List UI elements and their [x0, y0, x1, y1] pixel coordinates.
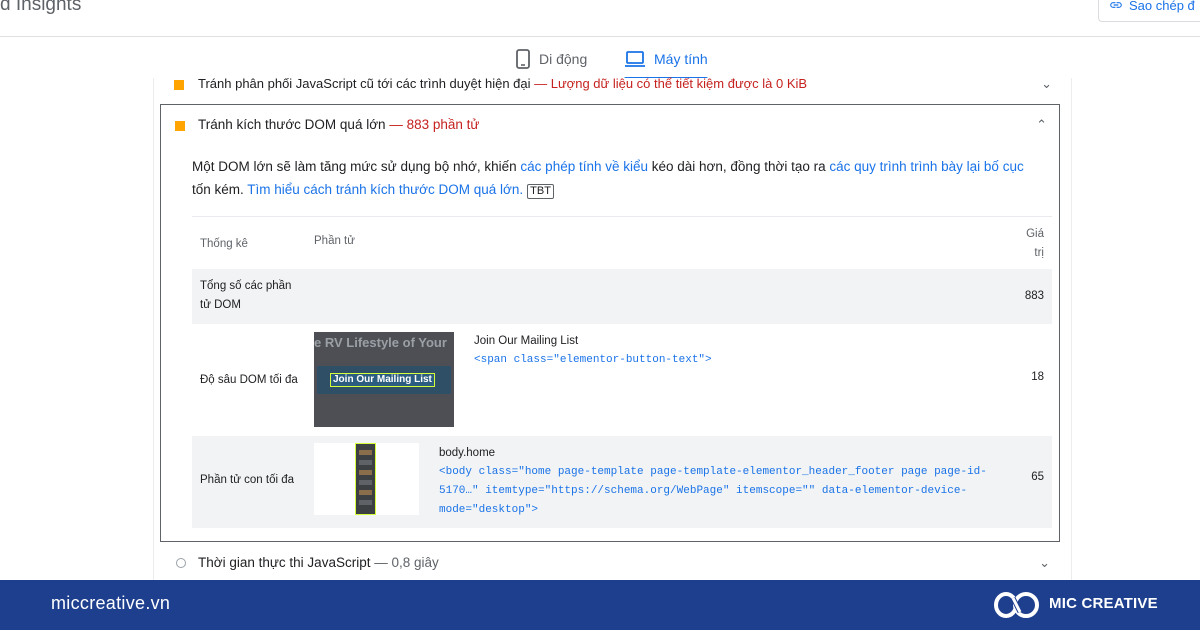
dom-stats-table: Thống kê Phần tử Giá trị Tổng số các phầ…	[192, 216, 1052, 528]
thumbnail-page-highlight	[355, 443, 376, 515]
thumbnail-hero-text: e RV Lifestyle of Your	[314, 335, 447, 350]
footer-site: miccreative.vn	[51, 593, 171, 613]
laptop-icon	[625, 51, 645, 67]
table-row: Phần tử con tối đa body.home <body class…	[192, 436, 1052, 528]
element-label: body.home	[439, 447, 496, 459]
passed-circle-icon	[176, 558, 186, 568]
link-style-calculations[interactable]: các phép tính về kiểu	[520, 159, 648, 174]
desc-text: tốn kém.	[192, 182, 248, 197]
table-header-row: Thống kê Phần tử Giá trị	[192, 217, 1052, 269]
tab-desktop-label: Máy tính	[654, 51, 708, 67]
tbt-badge: TBT	[527, 184, 554, 199]
stat-value: 65	[1031, 471, 1044, 483]
element-screenshot-thumbnail[interactable]: e RV Lifestyle of Your Join Our Mailing …	[314, 332, 454, 427]
audit-item-dom-size: Tránh kích thước DOM quá lớn — 883 phần …	[160, 104, 1060, 542]
element-label: Join Our Mailing List	[474, 335, 579, 347]
link-learn-more[interactable]: Tìm hiểu cách tránh kích thước DOM quá l…	[247, 182, 523, 197]
desc-text: Một DOM lớn sẽ làm tăng mức sử dụng bộ n…	[192, 159, 521, 174]
phone-icon	[516, 49, 530, 69]
footer-banner: miccreative.vn MIC CREATIVE	[0, 580, 1200, 630]
table-row: Độ sâu DOM tối đa e RV Lifestyle of Your…	[192, 324, 1052, 436]
copy-link-button[interactable]: Sao chép đ	[1098, 0, 1200, 22]
audit-savings: — 883 phần tử	[389, 117, 480, 132]
copy-link-label: Sao chép đ	[1129, 0, 1195, 13]
chevron-down-icon[interactable]: ⌄	[1039, 555, 1050, 571]
element-snippet[interactable]: <span class="elementor-button-text">	[474, 351, 712, 370]
link-icon	[1110, 2, 1122, 8]
mic-creative-logo-icon	[994, 592, 1039, 618]
link-layout-reflows[interactable]: các quy trình trình bày lại bố cục	[829, 159, 1023, 174]
tab-mobile-label: Di động	[539, 51, 588, 67]
footer-brand: MIC CREATIVE	[1049, 595, 1158, 612]
stat-label: Phần tử con tối đa	[200, 474, 295, 486]
audit-header[interactable]: Tránh kích thước DOM quá lớn — 883 phần …	[161, 105, 1059, 147]
audit-item-js-execution[interactable]: Thời gian thực thi JavaScript — 0,8 giây…	[160, 548, 1062, 578]
page-title: d Insights	[0, 0, 82, 15]
stat-label: Tổng số các phần tử DOM	[200, 280, 292, 311]
audit-time: — 0,8 giây	[374, 555, 439, 570]
col-header-element: Phần tử	[314, 235, 355, 247]
warning-square-icon	[174, 80, 184, 90]
page-screenshot-thumbnail[interactable]	[314, 443, 419, 515]
thumbnail-highlighted-button: Join Our Mailing List	[330, 373, 435, 387]
stat-label: Độ sâu DOM tối đa	[200, 374, 298, 386]
audit-title: Tránh phân phối JavaScript cũ tới các tr…	[198, 76, 531, 91]
audit-description: Một DOM lớn sẽ làm tăng mức sử dụng bộ n…	[192, 155, 1042, 201]
audit-savings: — Lượng dữ liệu có thể tiết kiệm được là…	[534, 76, 808, 91]
stat-value: 883	[1024, 290, 1044, 302]
col-header-stat: Thống kê	[200, 238, 248, 250]
table-row: Tổng số các phần tử DOM 883	[192, 269, 1052, 324]
warning-square-icon	[175, 121, 185, 131]
audit-title: Tránh kích thước DOM quá lớn	[198, 117, 386, 132]
desc-text: kéo dài hơn, đồng thời tạo ra	[648, 159, 830, 174]
chevron-down-icon[interactable]: ⌄	[1041, 76, 1052, 92]
col-header-value: Giá trị	[1026, 228, 1044, 259]
chevron-up-icon[interactable]: ⌃	[1036, 117, 1047, 133]
stat-value: 18	[1031, 371, 1044, 383]
audit-item-legacy-js[interactable]: Tránh phân phối JavaScript cũ tới các tr…	[160, 72, 1062, 96]
header-divider	[0, 36, 1200, 37]
audit-title: Thời gian thực thi JavaScript	[198, 555, 371, 570]
element-snippet[interactable]: <body class="home page-template page-tem…	[439, 463, 999, 520]
